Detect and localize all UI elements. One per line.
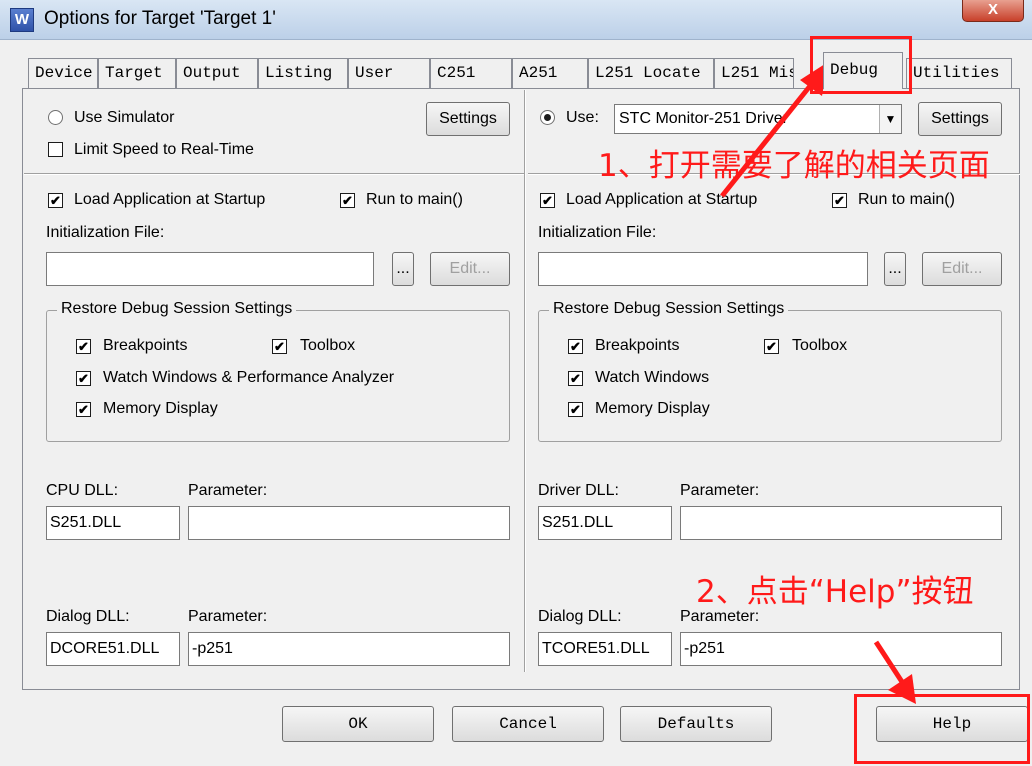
annotation-arrows	[720, 62, 916, 704]
tab-debug[interactable]: Debug	[823, 52, 903, 89]
step-1-annotation: 1、打开需要了解的相关页面	[598, 148, 990, 184]
step-2-annotation: 2、点击“Help”按钮	[696, 574, 974, 610]
